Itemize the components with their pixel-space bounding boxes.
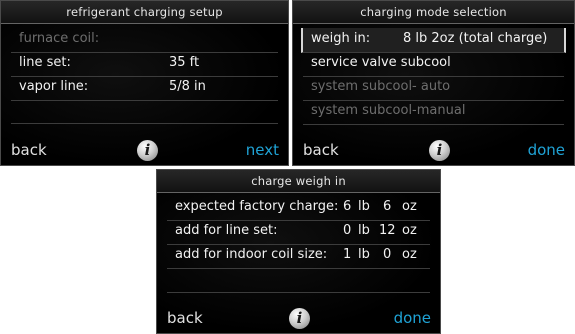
vapor-line-label: vapor line: <box>19 79 89 94</box>
vapor-line-row[interactable]: vapor line: 5/8 in <box>11 76 278 101</box>
add-for-line-set-row[interactable]: add for line set: 0 lb 12 oz <box>167 220 430 245</box>
bottom-bar: back i done <box>293 137 574 165</box>
screen-title: refrigerant charging setup <box>1 1 288 24</box>
weigh-in-option[interactable]: weigh in: 8 lb 2oz (total charge) <box>301 28 566 53</box>
weigh-in-value: 8 lb 2oz (total charge) <box>403 31 548 46</box>
expected-factory-charge-oz: 6 <box>383 199 392 214</box>
system-subcool-manual-label: system subcool-manual <box>311 103 466 118</box>
oz-unit: oz <box>402 223 417 238</box>
done-button[interactable]: done <box>528 141 565 159</box>
line-set-label: line set: <box>19 55 71 70</box>
system-subcool-auto-option[interactable]: system subcool- auto <box>303 76 564 101</box>
add-for-indoor-coil-size-oz: 0 <box>383 247 392 262</box>
charge-weigh-in-screen: charge weigh in expected factory charge:… <box>156 169 441 334</box>
info-icon[interactable]: i <box>289 308 310 329</box>
screen-title: charging mode selection <box>293 1 574 24</box>
lb-unit: lb <box>358 247 370 262</box>
add-for-line-set-label: add for line set: <box>175 223 278 238</box>
service-valve-subcool-label: service valve subcool <box>311 55 451 70</box>
furnace-coil-row[interactable]: furnace coil: <box>11 28 278 53</box>
lb-unit: lb <box>358 199 370 214</box>
weigh-in-label: weigh in: <box>311 31 371 46</box>
line-set-row[interactable]: line set: 35 ft <box>11 52 278 77</box>
done-button[interactable]: done <box>394 309 431 327</box>
add-for-indoor-coil-size-lb: 1 <box>343 247 352 262</box>
system-subcool-auto-label: system subcool- auto <box>311 79 451 94</box>
oz-unit: oz <box>402 199 417 214</box>
system-subcool-manual-option[interactable]: system subcool-manual <box>303 100 564 125</box>
expected-factory-charge-lb: 6 <box>343 199 352 214</box>
next-button[interactable]: next <box>246 141 279 159</box>
vapor-line-value: 5/8 in <box>169 79 206 94</box>
expected-factory-charge-row[interactable]: expected factory charge: 6 lb 6 oz <box>167 196 430 221</box>
expected-factory-charge-label: expected factory charge: <box>175 199 339 214</box>
info-icon[interactable]: i <box>137 140 158 161</box>
back-button[interactable]: back <box>167 309 203 327</box>
lb-unit: lb <box>358 223 370 238</box>
oz-unit: oz <box>402 247 417 262</box>
add-for-indoor-coil-size-row[interactable]: add for indoor coil size: 1 lb 0 oz <box>167 244 430 269</box>
divider <box>167 292 430 293</box>
service-valve-subcool-option[interactable]: service valve subcool <box>303 52 564 77</box>
screen-title: charge weigh in <box>157 170 440 193</box>
furnace-coil-label: furnace coil: <box>19 31 100 46</box>
add-for-line-set-oz: 12 <box>379 223 396 238</box>
bottom-bar: back i next <box>1 137 288 165</box>
refrigerant-charging-setup-screen: refrigerant charging setup furnace coil:… <box>0 0 289 166</box>
divider <box>11 123 278 124</box>
back-button[interactable]: back <box>11 141 47 159</box>
back-button[interactable]: back <box>303 141 339 159</box>
charging-mode-selection-screen: charging mode selection weigh in: 8 lb 2… <box>292 0 575 166</box>
add-for-line-set-lb: 0 <box>343 223 352 238</box>
line-set-value: 35 ft <box>169 55 200 70</box>
bottom-bar: back i done <box>157 305 440 333</box>
add-for-indoor-coil-size-label: add for indoor coil size: <box>175 247 328 262</box>
info-icon[interactable]: i <box>429 140 450 161</box>
